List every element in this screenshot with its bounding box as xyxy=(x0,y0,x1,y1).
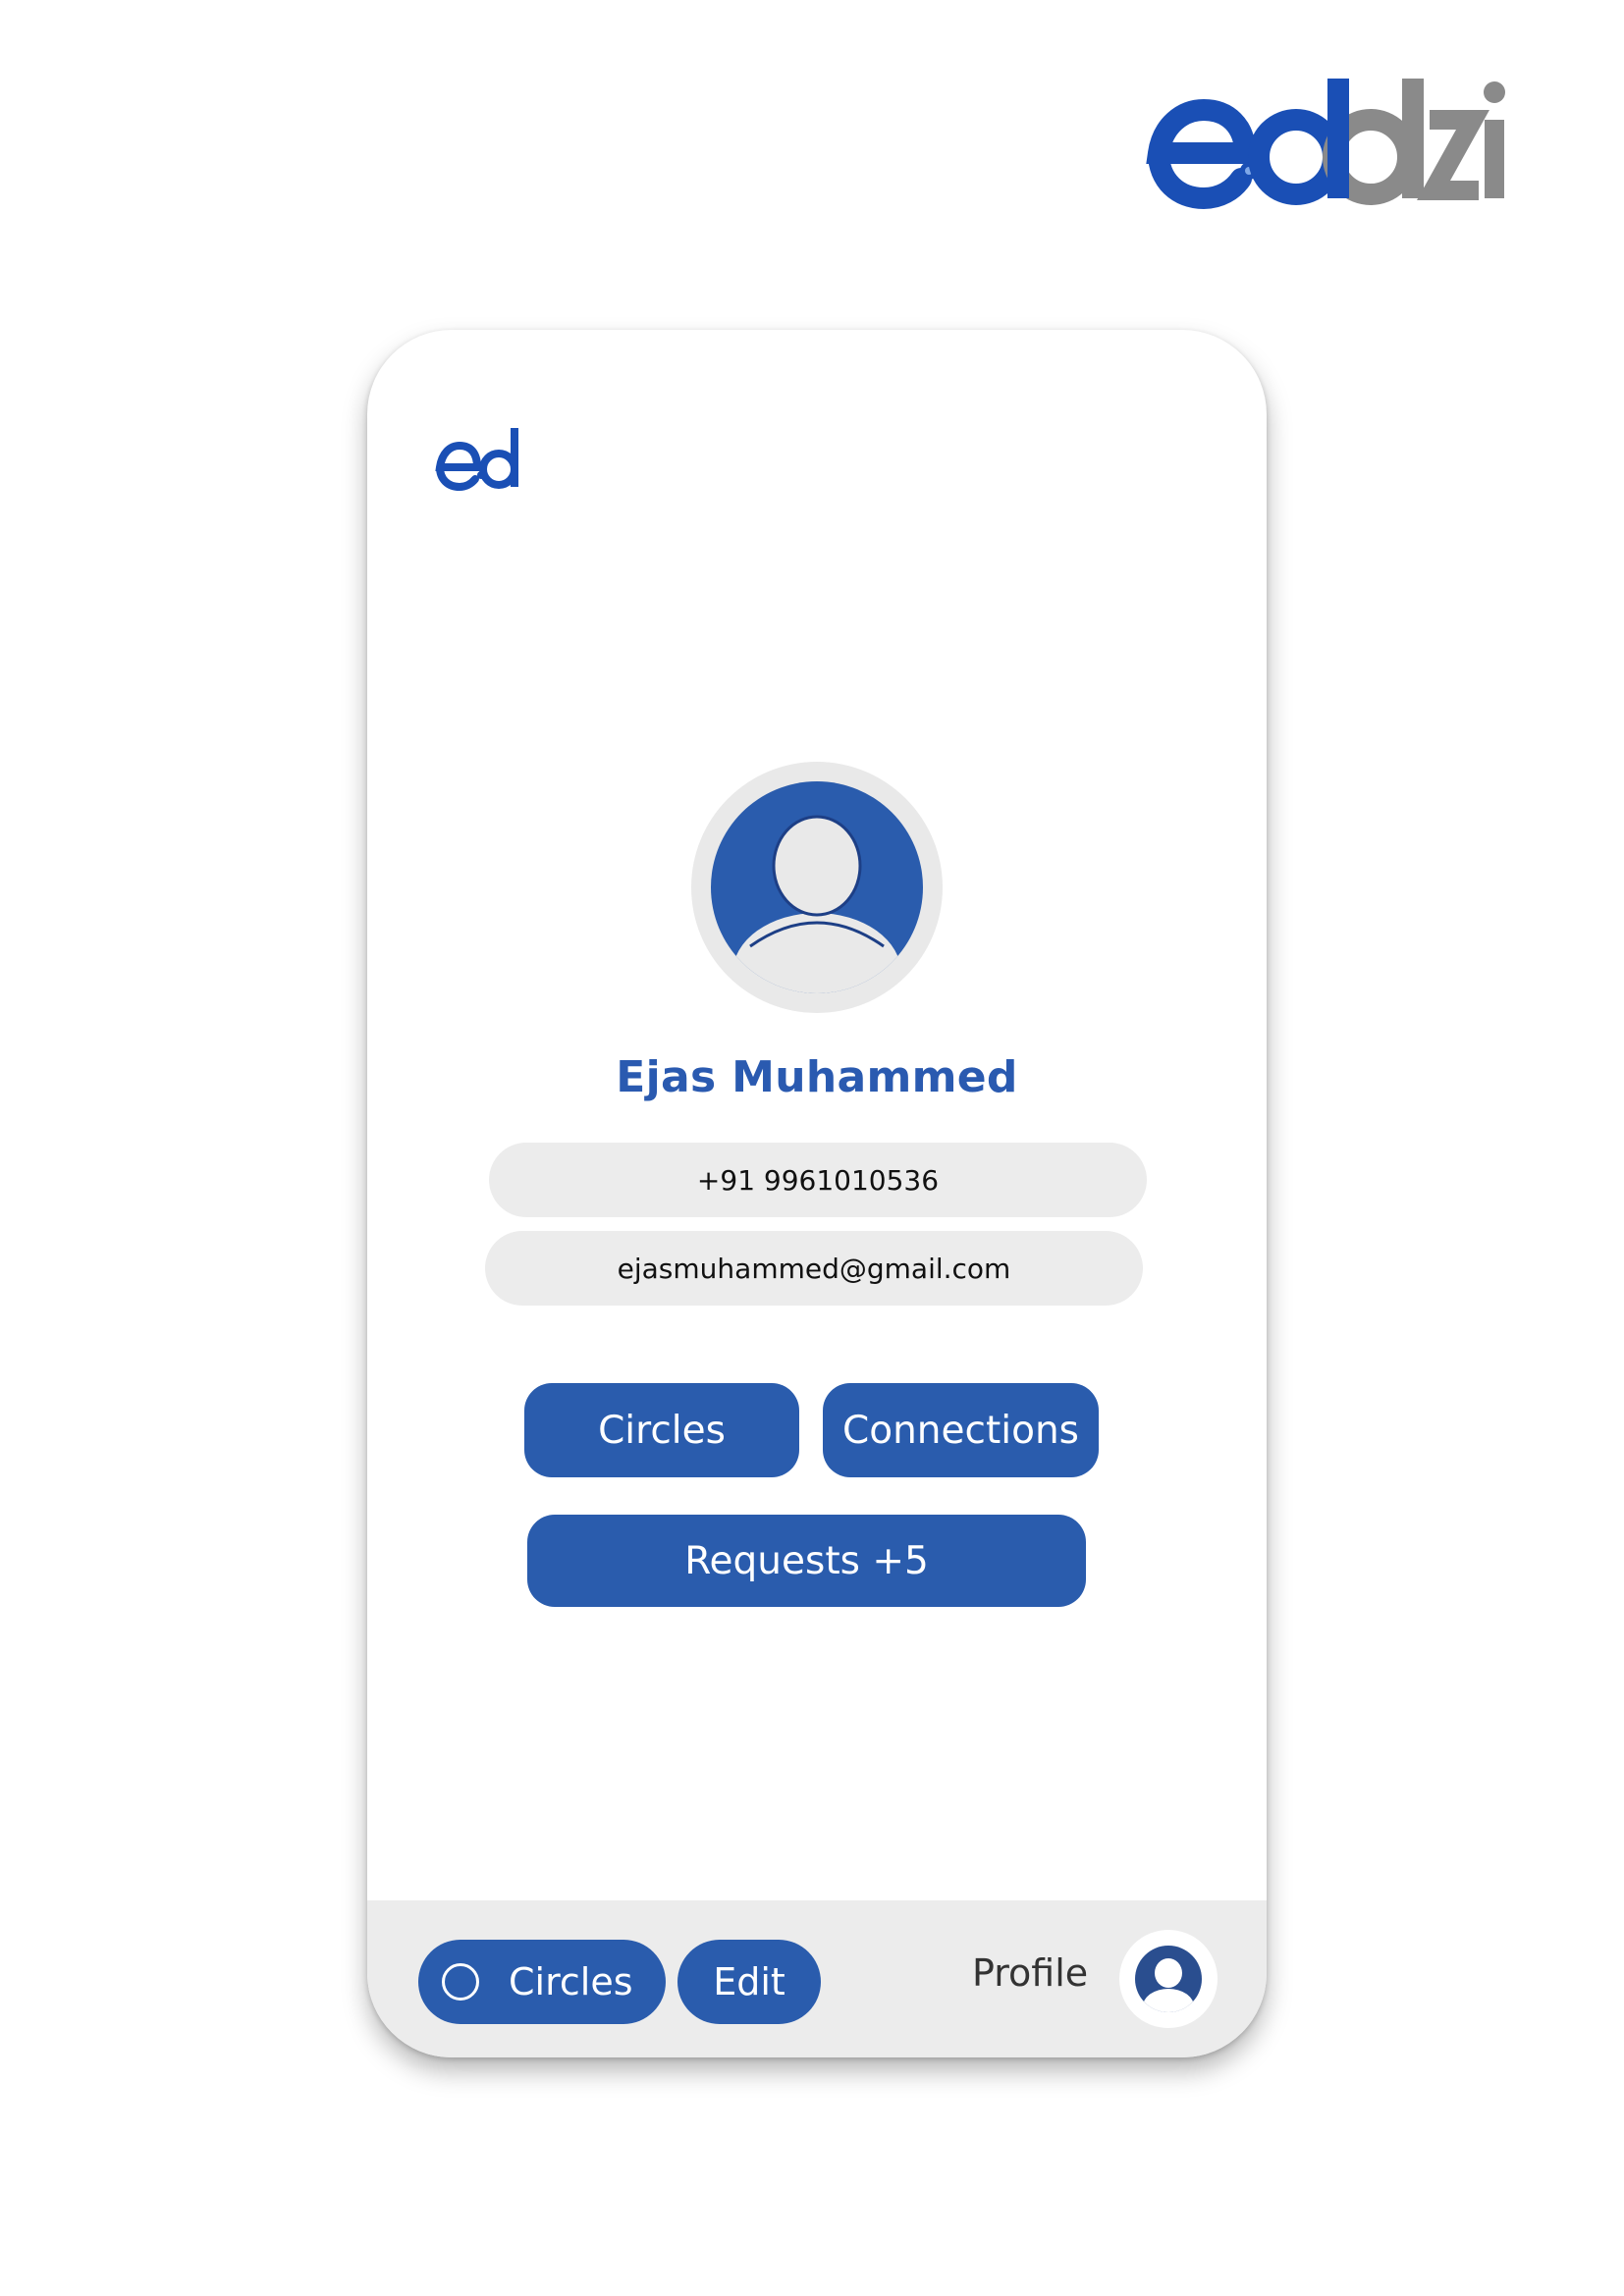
nav-circles-label: Circles xyxy=(509,1960,633,2003)
circle-icon xyxy=(442,1963,479,2001)
circles-button[interactable]: Circles xyxy=(524,1383,799,1477)
nav-profile-label[interactable]: Profile xyxy=(972,1951,1088,1995)
phone-frame: Ejas Muhammed +91 9961010536 ejasmuhamme… xyxy=(367,330,1267,2057)
profile-avatar-button[interactable] xyxy=(1119,1930,1218,2028)
edit-button[interactable]: Edit xyxy=(677,1940,821,2024)
phone-field[interactable]: +91 9961010536 xyxy=(489,1143,1147,1217)
eddzi-logo xyxy=(1139,69,1512,216)
bottom-nav: Circles Edit Profile xyxy=(367,1900,1267,2057)
profile-avatar-icon xyxy=(1135,1946,1202,2012)
email-field[interactable]: ejasmuhammed@gmail.com xyxy=(485,1231,1143,1306)
user-name: Ejas Muhammed xyxy=(616,1052,1018,1102)
connections-button[interactable]: Connections xyxy=(823,1383,1099,1477)
nav-circles-button[interactable]: Circles xyxy=(418,1940,666,2024)
requests-button[interactable]: Requests +5 xyxy=(527,1515,1086,1607)
avatar-icon xyxy=(711,781,923,993)
avatar[interactable] xyxy=(691,762,943,1013)
ed-logo[interactable] xyxy=(432,424,526,493)
